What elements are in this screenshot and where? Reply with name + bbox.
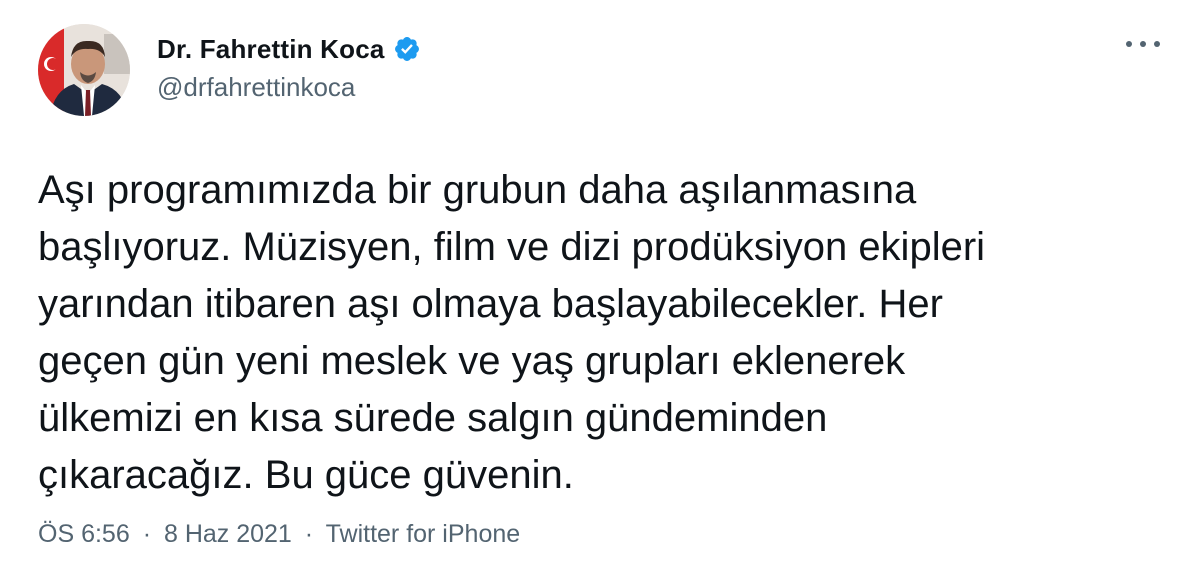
tweet-text-line: yarından itibaren aşı olmaya başlayabile… (38, 282, 943, 326)
author-handle[interactable]: @drfahrettinkoca (157, 72, 355, 103)
tweet-text-line: çıkaracağız. Bu güce güvenin. (38, 453, 574, 497)
more-dot (1140, 41, 1146, 47)
tweet-meta: ÖS 6:56 · 8 Haz 2021 · Twitter for iPhon… (38, 520, 520, 549)
tweet-text: Aşı programımızda bir grubun daha aşılan… (38, 162, 1158, 504)
avatar[interactable] (38, 24, 130, 116)
tweet-time[interactable]: ÖS 6:56 (38, 520, 130, 548)
more-options-icon[interactable] (1126, 34, 1160, 54)
author-name-row: Dr. Fahrettin Koca (157, 31, 421, 67)
tweet-date[interactable]: 8 Haz 2021 (164, 520, 292, 548)
avatar-image (38, 24, 130, 116)
tweet-text-line: başlıyoruz. Müzisyen, film ve dizi prodü… (38, 225, 986, 269)
author-display-name[interactable]: Dr. Fahrettin Koca (157, 34, 385, 65)
verified-badge-icon (393, 35, 421, 63)
meta-separator: · (142, 520, 152, 548)
tweet-card: Dr. Fahrettin Koca @drfahrettinkoca Aşı … (0, 0, 1200, 570)
tweet-text-line: ülkemizi en kısa sürede salgın gündemind… (38, 396, 828, 440)
tweet-text-line: geçen gün yeni meslek ve yaş grupları ek… (38, 339, 906, 383)
more-dot (1126, 41, 1132, 47)
more-dot (1154, 41, 1160, 47)
tweet-text-line: Aşı programımızda bir grubun daha aşılan… (38, 168, 917, 212)
meta-separator: · (304, 520, 314, 548)
tweet-source[interactable]: Twitter for iPhone (326, 520, 521, 548)
